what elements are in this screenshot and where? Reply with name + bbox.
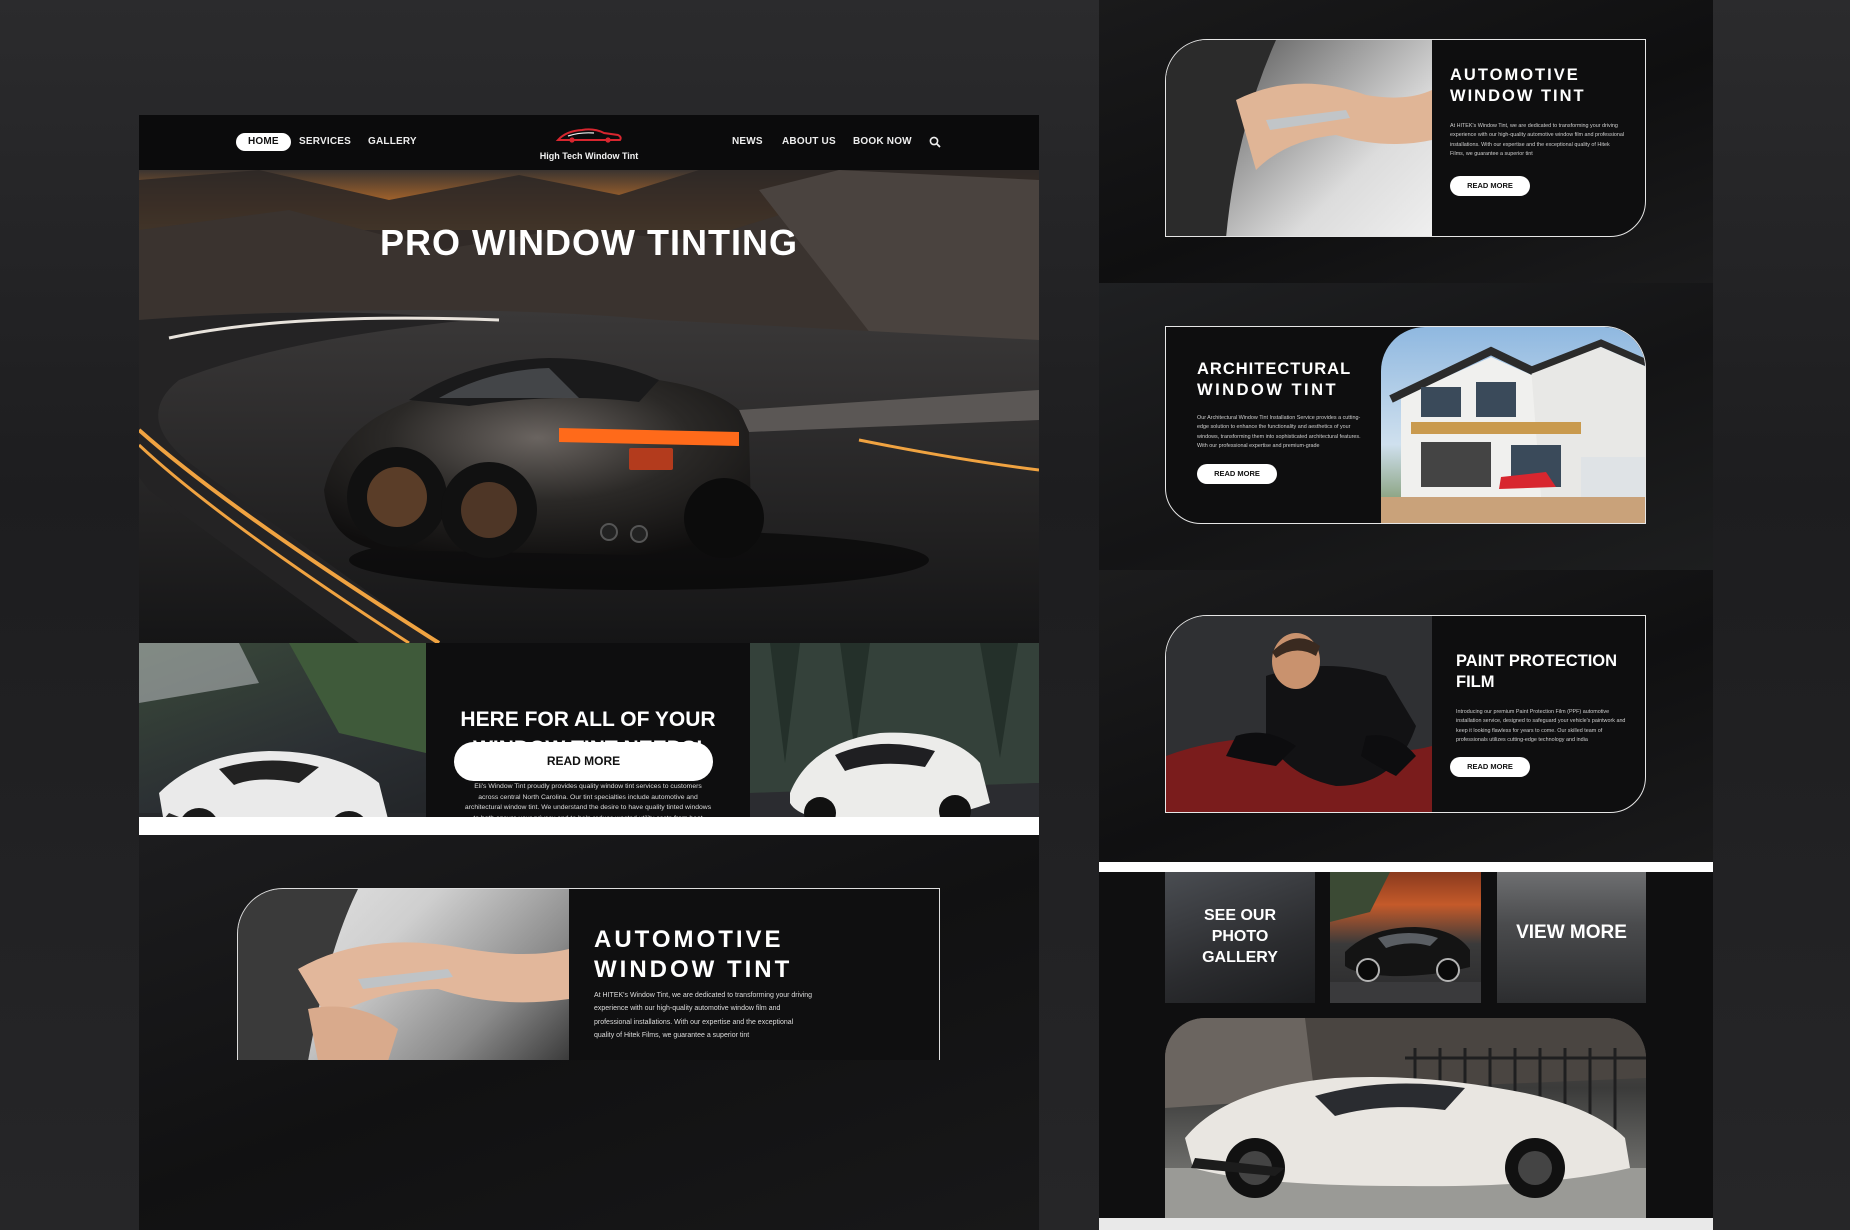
ppf-photo <box>1166 616 1432 812</box>
ppf-card-title-line1: PAINT PROTECTION <box>1456 652 1618 670</box>
automotive-read-more-button[interactable]: READ MORE <box>1450 176 1530 196</box>
automotive-card: AUTOMOTIVE WINDOW TINT At HITEK's Window… <box>1165 39 1646 237</box>
ppf-card-title-line2: FILM <box>1456 672 1495 691</box>
hero-title: PRO WINDOW TINTING <box>380 222 798 263</box>
hands-tint-image <box>1166 40 1432 236</box>
top-navigation-bar: HOME SERVICES GALLERY High Tech Window T… <box>139 115 1039 170</box>
house-photo <box>1381 327 1645 523</box>
automotive-card-title: AUTOMOTIVE WINDOW TINT <box>1450 65 1586 106</box>
white-lamborghini-image <box>1165 1018 1646 1218</box>
search-icon[interactable] <box>929 136 941 148</box>
automotive-card-photo <box>1166 40 1432 236</box>
view-more-tile[interactable]: VIEW MORE <box>1497 872 1646 1003</box>
hero-banner: PRO WINDOW TINTING <box>139 170 1039 643</box>
see-gallery-line3: GALLERY <box>1202 948 1278 966</box>
automotive-card-title-line2: WINDOW TINT <box>1450 86 1586 105</box>
nav-services[interactable]: SERVICES <box>299 133 351 151</box>
bottom-strip <box>1099 1218 1713 1230</box>
architectural-card-body: Our Architectural Window Tint Installati… <box>1197 415 1361 450</box>
tint-installation-photo <box>238 889 569 1060</box>
car-logo-icon <box>555 128 622 143</box>
see-gallery-line1: SEE OUR <box>1203 907 1276 924</box>
services-page-mockup: AUTOMOTIVE WINDOW TINT At HITEK's Window… <box>1099 0 1713 1230</box>
nav-about[interactable]: ABOUT US <box>782 133 836 151</box>
ppf-card-title: PAINT PROTECTION FILM <box>1456 651 1617 692</box>
architectural-card-title-line2: WINDOW TINT <box>1197 380 1339 399</box>
technician-applying-ppf-image <box>1166 616 1432 812</box>
automotive-title-line2: WINDOW TINT <box>594 956 793 983</box>
architectural-read-more-button[interactable]: READ MORE <box>1197 464 1277 484</box>
ppf-card-body: Introducing our premium Paint Protection… <box>1456 709 1626 744</box>
nav-gallery[interactable]: GALLERY <box>368 133 417 151</box>
see-gallery-text: SEE OUR PHOTO GALLERY <box>1165 906 1315 968</box>
see-gallery-line2: PHOTO <box>1211 927 1269 945</box>
ppf-read-more-button[interactable]: READ MORE <box>1450 757 1530 777</box>
nav-home[interactable]: HOME <box>236 133 291 151</box>
white-lamborghini-photo <box>1165 1018 1646 1218</box>
intro-title-line1: HERE FOR ALL OF YOUR <box>460 708 716 731</box>
hands-applying-tint-image <box>238 889 569 1060</box>
automotive-title: AUTOMOTIVE WINDOW TINT <box>594 925 792 985</box>
gallery-divider-strip <box>1099 862 1713 872</box>
gallery-photo-tile[interactable] <box>1330 872 1481 1003</box>
automotive-card-title-line1: AUTOMOTIVE <box>1450 66 1580 84</box>
modern-house-image <box>1381 339 1645 523</box>
view-more-text: VIEW MORE <box>1516 922 1627 943</box>
automotive-body-text: At HITEK's Window Tint, we are dedicated… <box>594 992 813 1039</box>
nav-news[interactable]: NEWS <box>732 133 763 151</box>
intro-read-more-button[interactable]: READ MORE <box>454 742 713 781</box>
site-logo[interactable]: High Tech Window Tint <box>539 123 639 161</box>
logo-text: High Tech Window Tint <box>539 151 639 161</box>
ppf-card: PAINT PROTECTION FILM Introducing our pr… <box>1165 615 1646 813</box>
architectural-card: ARCHITECTURAL WINDOW TINT Our Architectu… <box>1165 326 1646 524</box>
automotive-title-line1: AUTOMOTIVE <box>594 926 784 953</box>
divider-strip <box>139 817 1039 837</box>
architectural-card-title: ARCHITECTURAL WINDOW TINT <box>1197 359 1351 400</box>
black-ferrari-image <box>1330 872 1481 1003</box>
see-gallery-tile[interactable]: SEE OUR PHOTO GALLERY <box>1165 872 1315 1003</box>
nav-book-now[interactable]: BOOK NOW <box>853 133 912 151</box>
automotive-tint-card: AUTOMOTIVE WINDOW TINT At HITEK's Window… <box>237 888 940 1060</box>
homepage-mockup: HOME SERVICES GALLERY High Tech Window T… <box>139 115 1039 1230</box>
automotive-card-body: At HITEK's Window Tint, we are dedicated… <box>1450 123 1625 158</box>
architectural-card-title-line1: ARCHITECTURAL <box>1197 360 1352 378</box>
